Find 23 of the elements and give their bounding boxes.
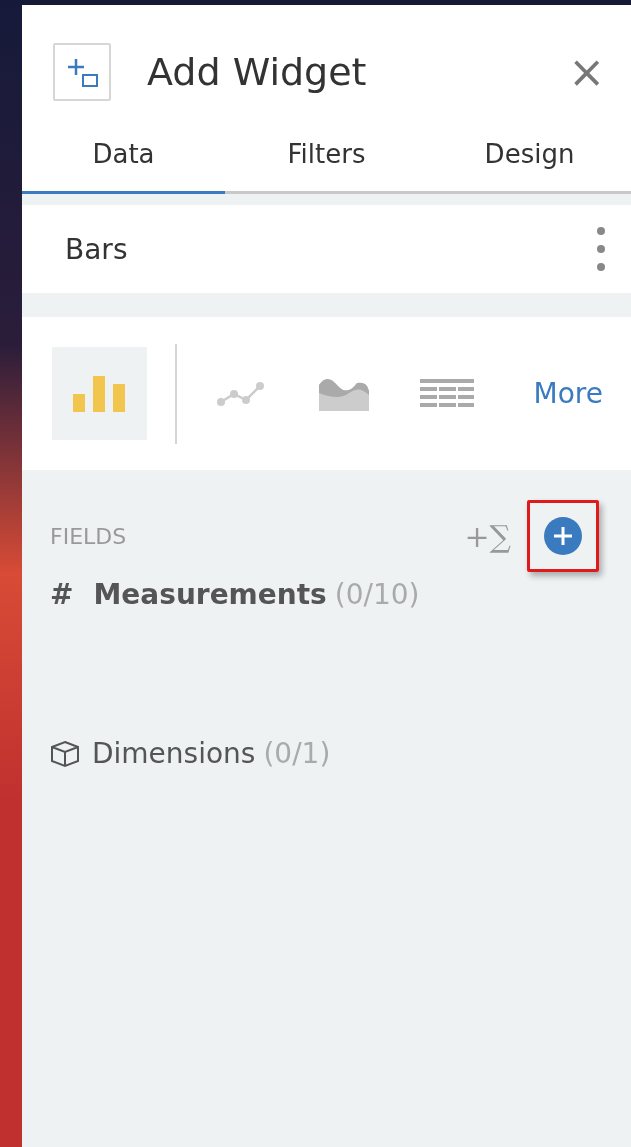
add-field-button[interactable] bbox=[544, 517, 582, 555]
panel-title: Add Widget bbox=[147, 50, 368, 94]
tab[interactable]: Data bbox=[22, 139, 225, 194]
bar-chart-icon bbox=[72, 375, 127, 412]
field-group-label: Dimensions bbox=[92, 737, 256, 770]
tab[interactable]: Filters bbox=[225, 139, 428, 194]
close-button[interactable]: × bbox=[568, 50, 605, 94]
widget-name: Bars bbox=[65, 232, 128, 266]
chart-type-button[interactable] bbox=[52, 347, 147, 440]
more-options-icon[interactable] bbox=[597, 227, 605, 271]
plus-icon bbox=[552, 525, 574, 547]
add-widget-icon bbox=[53, 43, 111, 101]
more-link[interactable]: More bbox=[533, 377, 603, 410]
line-chart-icon bbox=[216, 381, 265, 406]
table-icon bbox=[419, 378, 474, 409]
cube-icon bbox=[50, 739, 80, 768]
section-heading: FIELDS bbox=[50, 523, 128, 549]
tab[interactable]: Design bbox=[428, 139, 631, 194]
hash-icon: # bbox=[50, 578, 74, 611]
field-group-label: Measurements bbox=[93, 578, 327, 611]
area-chart-icon bbox=[318, 376, 369, 411]
field-count: (0/10) bbox=[334, 578, 420, 611]
field-count: (0/1) bbox=[263, 737, 331, 770]
